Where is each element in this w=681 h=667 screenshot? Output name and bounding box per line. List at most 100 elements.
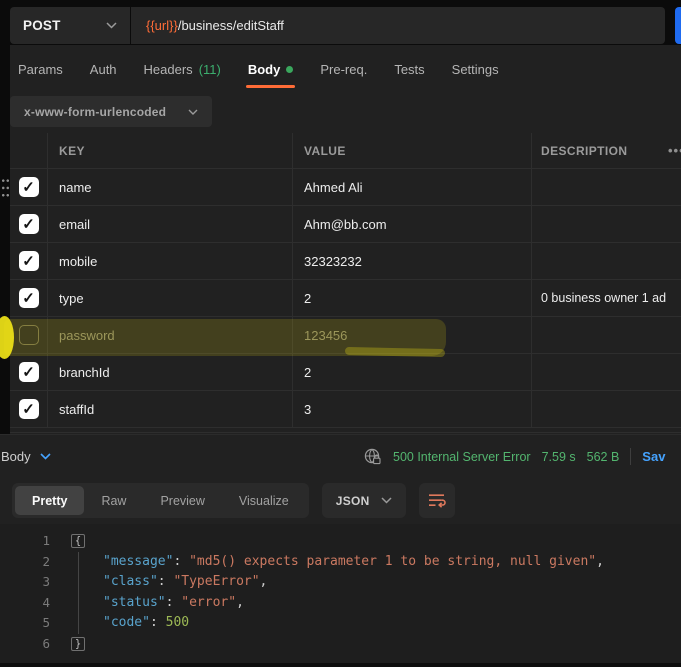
left-edge <box>0 45 10 434</box>
brace: { <box>71 534 85 548</box>
description-cell[interactable] <box>532 354 681 390</box>
key-column-header: KEY <box>48 133 293 168</box>
drag-handle-icon[interactable] <box>1 177 10 199</box>
url-input[interactable]: {{url}}/business/editStaff <box>131 7 665 44</box>
table-row-staffId: ✓ staffId3 <box>10 391 681 428</box>
chevron-down-icon <box>381 497 392 504</box>
description-cell[interactable] <box>532 169 681 205</box>
form-data-table: KEY VALUE DESCRIPTION ••• ✓nameAhmed Ali… <box>10 133 681 433</box>
fold-toggle-icon[interactable]: { <box>70 531 86 552</box>
body-has-content-dot-icon <box>286 66 293 73</box>
response-body-json[interactable]: 1{2"message": "md5() expects parameter 1… <box>0 524 681 663</box>
code-line: 5"code": 500 <box>0 613 681 634</box>
url-variable: {{url}} <box>146 18 178 33</box>
wrap-text-button[interactable] <box>419 483 455 518</box>
tab-tests[interactable]: Tests <box>394 51 424 88</box>
token-plain: : <box>158 574 174 589</box>
token-key: "status" <box>103 595 166 610</box>
tab-body[interactable]: Body <box>248 51 294 88</box>
line-number: 3 <box>0 572 50 593</box>
value-cell[interactable]: Ahmed Ali <box>293 169 532 205</box>
code-line: 1{ <box>0 531 681 552</box>
chevron-down-icon <box>188 109 198 115</box>
tab-label: Params <box>18 62 63 77</box>
empty-row-stub[interactable] <box>10 428 681 433</box>
key-cell[interactable]: type <box>48 280 293 316</box>
line-number: 6 <box>0 634 50 655</box>
table-row-type: ✓ type20 business owner 1 ad <box>10 280 681 317</box>
description-cell[interactable] <box>532 391 681 427</box>
tab-label: Headers <box>144 62 193 77</box>
row-checkbox[interactable]: ✓ <box>19 251 39 271</box>
check-icon: ✓ <box>22 217 35 232</box>
key-cell[interactable]: branchId <box>48 354 293 390</box>
send-button-edge[interactable] <box>675 7 681 44</box>
row-checkbox[interactable]: ✓ <box>19 214 39 234</box>
line-number: 5 <box>0 613 50 634</box>
token-key: "code" <box>103 615 150 630</box>
status-code[interactable]: 500 Internal Server Error <box>393 450 531 464</box>
key-cell[interactable]: mobile <box>48 243 293 279</box>
more-options-icon[interactable]: ••• <box>668 133 681 168</box>
row-checkbox[interactable]: ✓ <box>19 399 39 419</box>
tab-auth[interactable]: Auth <box>90 51 117 88</box>
view-tab-pretty[interactable]: Pretty <box>15 486 84 515</box>
code-line: 6} <box>0 634 681 655</box>
table-body: ✓nameAhmed Ali✓emailAhm@bb.com✓mobile323… <box>10 169 681 428</box>
brace: } <box>71 637 85 651</box>
value-cell[interactable]: 3 <box>293 391 532 427</box>
tab-params[interactable]: Params <box>18 51 63 88</box>
format-dropdown[interactable]: JSON <box>322 483 406 518</box>
row-checkbox[interactable]: ✓ <box>19 362 39 382</box>
tab-prereq[interactable]: Pre-req. <box>320 51 367 88</box>
checkbox-cell: ✓ <box>10 169 48 205</box>
method-label: POST <box>23 18 61 33</box>
key-cell[interactable]: staffId <box>48 391 293 427</box>
body-type-dropdown[interactable]: x-www-form-urlencoded <box>10 96 212 127</box>
view-tab-visualize[interactable]: Visualize <box>222 486 306 515</box>
key-cell[interactable]: email <box>48 206 293 242</box>
token-plain: , <box>260 574 268 589</box>
view-tab-preview[interactable]: Preview <box>143 486 221 515</box>
chevron-down-icon <box>40 453 51 460</box>
fold-guide <box>70 552 86 573</box>
token-plain: , <box>236 595 244 610</box>
key-cell[interactable]: password <box>48 317 293 353</box>
method-selector[interactable]: POST <box>10 7 130 44</box>
tab-label: Pre-req. <box>320 62 367 77</box>
description-cell[interactable] <box>532 317 681 353</box>
tab-label: Tests <box>394 62 424 77</box>
description-cell[interactable]: 0 business owner 1 ad <box>532 280 681 316</box>
row-checkbox[interactable]: ✓ <box>19 177 39 197</box>
save-response-button[interactable]: Sav <box>642 449 665 464</box>
token-key: "message" <box>103 554 173 569</box>
response-size[interactable]: 562 B <box>587 450 620 464</box>
checkbox-cell: ✓ <box>10 391 48 427</box>
value-cell[interactable]: 32323232 <box>293 243 532 279</box>
token-key: "class" <box>103 574 158 589</box>
key-cell[interactable]: name <box>48 169 293 205</box>
token-plain: : <box>150 615 166 630</box>
value-cell[interactable]: 123456 <box>293 317 532 353</box>
response-body-dropdown[interactable]: Body <box>1 435 51 478</box>
tab-settings[interactable]: Settings <box>452 51 499 88</box>
fold-guide-line <box>78 552 79 573</box>
response-time[interactable]: 7.59 s <box>542 450 576 464</box>
value-cell[interactable]: 2 <box>293 280 532 316</box>
check-icon: ✓ <box>22 254 35 269</box>
row-checkbox[interactable]: ✓ <box>19 288 39 308</box>
value-cell[interactable]: 2 <box>293 354 532 390</box>
view-tab-raw[interactable]: Raw <box>84 486 143 515</box>
value-cell[interactable]: Ahm@bb.com <box>293 206 532 242</box>
description-cell[interactable] <box>532 206 681 242</box>
tab-headers[interactable]: Headers(11) <box>144 51 221 88</box>
checkbox-cell: ✓ <box>10 243 48 279</box>
row-checkbox[interactable] <box>19 325 39 345</box>
description-cell[interactable] <box>532 243 681 279</box>
table-row-mobile: ✓ mobile32323232 <box>10 243 681 280</box>
fold-guide <box>70 613 86 634</box>
checkbox-column-header <box>10 133 48 168</box>
table-row-name: ✓ nameAhmed Ali <box>10 169 681 206</box>
tab-label: Body <box>248 62 281 77</box>
fold-toggle-icon[interactable]: } <box>70 634 86 655</box>
